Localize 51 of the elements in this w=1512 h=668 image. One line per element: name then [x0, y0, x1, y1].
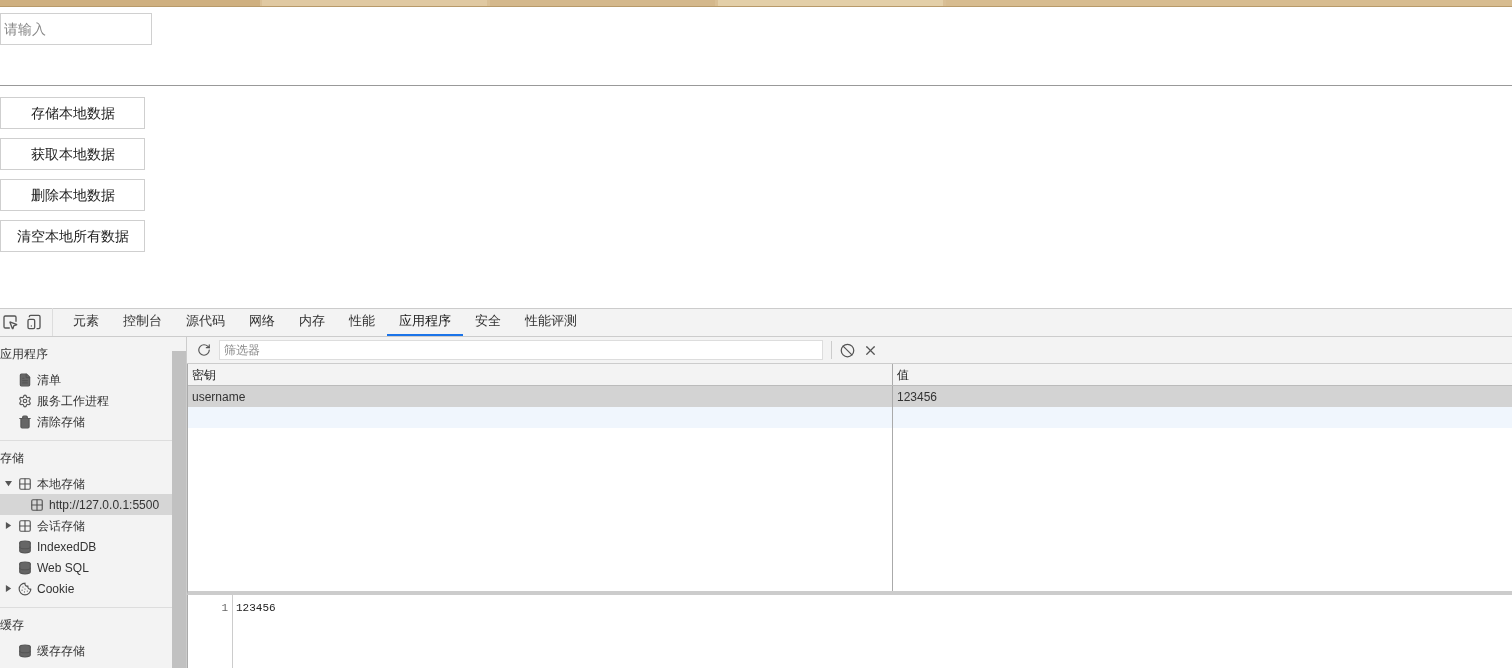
tree-item[interactable]: 服务工作进程 — [0, 390, 172, 411]
database-icon — [18, 643, 32, 658]
devtools-tab[interactable]: 安全 — [463, 308, 513, 336]
action-button[interactable]: 获取本地数据 — [0, 138, 145, 170]
tree-item[interactable]: 本地存储 — [0, 473, 172, 494]
device-icon[interactable] — [26, 314, 42, 330]
database-icon — [18, 560, 32, 575]
inspect-icon[interactable] — [2, 314, 18, 330]
action-button[interactable]: 删除本地数据 — [0, 179, 145, 211]
collapsed-triangle-icon[interactable] — [5, 585, 12, 592]
database-icon — [18, 539, 32, 554]
devtools-tab[interactable]: 性能评测 — [513, 308, 589, 336]
grid-icon — [18, 518, 32, 533]
clear-icon[interactable] — [840, 342, 855, 358]
column-header[interactable]: 值 — [892, 364, 1512, 385]
action-button[interactable]: 清空本地所有数据 — [0, 220, 145, 252]
devtools-tab[interactable]: 控制台 — [111, 308, 174, 336]
section-heading: 存储 — [0, 450, 25, 467]
devtools-tab[interactable]: 源代码 — [174, 308, 237, 336]
filter-field[interactable]: 筛选器 — [219, 340, 823, 360]
grid-icon — [30, 497, 44, 512]
tree-item[interactable]: 清单 — [0, 369, 172, 390]
tree-item[interactable]: http://127.0.0.1:5500 — [0, 494, 172, 515]
line-number: 1 — [221, 601, 228, 615]
column-header[interactable]: 密钥 — [188, 364, 892, 385]
devtools-tab[interactable]: 性能 — [337, 308, 387, 336]
text-input[interactable]: 请输入 — [0, 13, 152, 45]
tree-item[interactable]: Cookie — [0, 578, 172, 599]
devtools-tab[interactable]: 内存 — [287, 308, 337, 336]
devtools-tab[interactable]: 元素 — [61, 308, 111, 336]
scrollbar[interactable] — [172, 351, 186, 668]
cookie-icon — [18, 581, 32, 596]
devtools-tab[interactable]: 网络 — [237, 308, 287, 336]
collapsed-triangle-icon[interactable] — [5, 522, 12, 529]
tree-item[interactable]: Web SQL — [0, 557, 172, 578]
tree-item[interactable]: 清除存储 — [0, 411, 172, 432]
section-heading: 缓存 — [0, 617, 25, 634]
code-line: 123456 — [236, 601, 276, 615]
tree-item[interactable]: IndexedDB — [0, 536, 172, 557]
table-cell-text: username — [191, 388, 247, 406]
action-button[interactable]: 存储本地数据 — [0, 97, 145, 129]
section-heading: 应用程序 — [0, 346, 49, 363]
table-row[interactable]: username 123456 — [188, 386, 1512, 407]
tree-item[interactable]: 缓存存储 — [0, 640, 172, 661]
file-icon — [18, 372, 32, 387]
expanded-triangle-icon[interactable] — [5, 480, 12, 487]
grid-icon — [18, 476, 32, 491]
trash-icon — [18, 414, 32, 429]
tree-item[interactable]: 会话存储 — [0, 515, 172, 536]
gear-icon — [18, 393, 32, 408]
refresh-icon[interactable] — [197, 343, 211, 357]
